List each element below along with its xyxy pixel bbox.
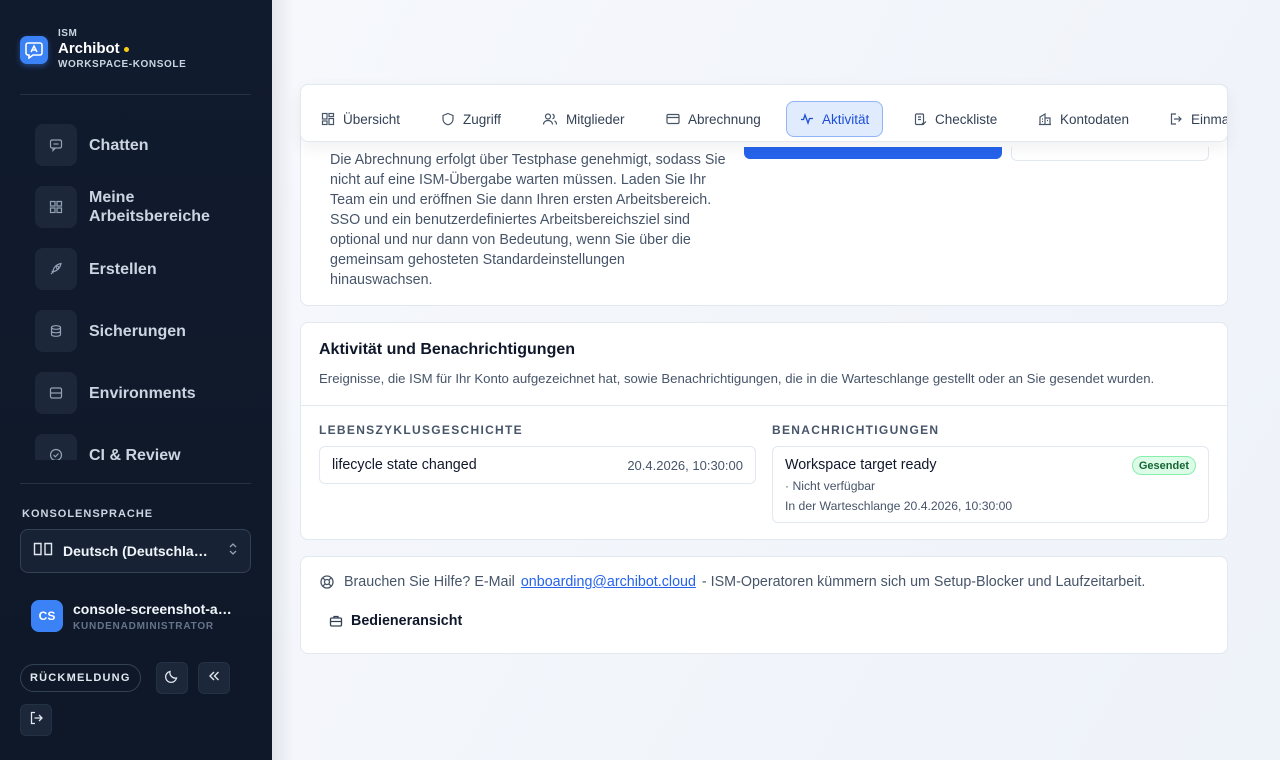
dark-mode-toggle[interactable] [156, 662, 188, 694]
sidebar-item-ci-review[interactable]: CI & Review [35, 434, 229, 460]
dashboard-icon [321, 112, 335, 126]
tab-einmal[interactable]: Einma [1169, 101, 1228, 137]
rocket-icon [35, 248, 77, 290]
list-item: lifecycle state changed 20.4.2026, 10:30… [319, 446, 756, 484]
feedback-button[interactable]: RÜCKMELDUNG [20, 664, 141, 692]
tab-label: Abrechnung [688, 111, 761, 127]
tab-bar: Übersicht Zugriff Mitglieder Abrechnung … [300, 84, 1228, 142]
activity-card: Aktivität und Benachrichtigungen Ereigni… [300, 322, 1228, 540]
brand-subtitle: WORKSPACE-KONSOLE [58, 59, 187, 70]
activity-icon [801, 113, 813, 125]
divider [20, 483, 251, 484]
sidebar-item-sicherungen[interactable]: Sicherungen [35, 310, 229, 352]
primary-action-button[interactable] [744, 147, 1002, 159]
chevron-updown-icon [228, 542, 238, 561]
database-icon [35, 310, 77, 352]
logout-button[interactable] [20, 704, 52, 736]
sidebar-item-label: Meine Arbeitsbereiche [89, 189, 210, 225]
sidebar-item-label: Sicherungen [89, 322, 186, 340]
lifecycle-event: lifecycle state changed [332, 457, 477, 473]
lifecycle-title: LEBENSZYKLUSGESCHICHTE [319, 423, 523, 437]
sign-in-icon [1170, 113, 1182, 125]
help-card: Brauchen Sie Hilfe? E-Mail onboarding@ar… [300, 556, 1228, 654]
divider [20, 94, 251, 95]
sidebar-item-label: Erstellen [89, 260, 157, 278]
notification-channel: · Nicht verfügbar [785, 479, 876, 493]
tab-label: Übersicht [343, 111, 401, 127]
building-icon [1039, 112, 1051, 126]
book-icon [33, 541, 53, 562]
lifecycle-time: 20.4.2026, 10:30:00 [627, 457, 743, 473]
briefcase-icon [329, 615, 343, 627]
tab-label: Kontodaten [1060, 111, 1130, 127]
activity-title: Aktivität und Benachrichtigungen [319, 341, 576, 358]
sidebar-item-label: CI & Review [89, 446, 181, 461]
secondary-action-button[interactable] [1011, 147, 1209, 161]
sidebar-item-arbeitsbereiche[interactable]: Meine Arbeitsbereiche [35, 186, 229, 228]
sidebar-item-label: Environments [89, 384, 196, 402]
credit-card-icon [666, 113, 680, 125]
tab-aktivitaet[interactable]: Aktivität [786, 101, 884, 137]
brand-eyebrow: ISM [58, 28, 78, 39]
grid-icon [35, 186, 77, 228]
tab-uebersicht[interactable]: Übersicht [321, 101, 400, 137]
tab-abrechnung[interactable]: Abrechnung [666, 101, 761, 137]
check-circle-icon [35, 434, 77, 460]
users-icon [542, 113, 558, 125]
logout-icon [28, 710, 44, 731]
sidebar-item-erstellen[interactable]: Erstellen [35, 248, 229, 290]
brand-name: Archibot [58, 40, 120, 57]
tab-label: Zugriff [463, 111, 502, 127]
user-role: KUNDENADMINISTRATOR [73, 620, 214, 632]
tab-label: Einma [1191, 111, 1228, 127]
collapse-sidebar-button[interactable] [198, 662, 230, 694]
divider [301, 405, 1227, 406]
tab-label: Aktivität [822, 111, 870, 127]
tab-mitglieder[interactable]: Mitglieder [542, 101, 625, 137]
notifications-title: BENACHRICHTIGUNGEN [772, 423, 940, 437]
sidebar-nav: Chatten Meine Arbeitsbereiche Erstellen … [0, 114, 272, 460]
tab-zugriff[interactable]: Zugriff [441, 101, 501, 137]
tab-label: Mitglieder [566, 111, 625, 127]
clipboard-icon [914, 113, 927, 126]
sidebar-item-label: Chatten [89, 136, 149, 154]
main-content: Die Abrechnung erfolgt über Testphase ge… [272, 0, 1280, 760]
help-prefix: Brauchen Sie Hilfe? E-Mail [344, 574, 515, 590]
intro-card: Die Abrechnung erfolgt über Testphase ge… [300, 120, 1228, 306]
chat-icon [35, 124, 77, 166]
status-dot-icon [123, 46, 129, 52]
language-title: KONSOLENSPRACHE [22, 508, 154, 520]
avatar: CS [31, 600, 63, 632]
tab-checkliste[interactable]: Checkliste [913, 101, 997, 137]
status-badge: Gesendet [1131, 456, 1196, 475]
language-value: Deutsch (Deutschland) [63, 543, 215, 559]
operator-view-label: Bedieneransicht [351, 613, 463, 629]
support-email-link[interactable]: onboarding@archibot.cloud [521, 574, 696, 590]
archibot-logo-icon [20, 35, 48, 64]
notification-title: Workspace target ready [785, 457, 937, 473]
user-profile[interactable]: CS console-screenshot-admin KUNDENADMINI… [31, 600, 235, 632]
language-select[interactable]: Deutsch (Deutschland) [20, 529, 251, 573]
tab-label: Checkliste [935, 111, 998, 127]
chevrons-left-icon [206, 668, 222, 689]
operator-view-button[interactable]: Bedieneransicht [329, 611, 462, 631]
user-name: console-screenshot-admin [73, 600, 235, 617]
tab-kontodaten[interactable]: Kontodaten [1038, 101, 1129, 137]
sidebar: ISM Archibot WORKSPACE-KONSOLE Chatten M… [0, 0, 272, 760]
notification-queued: In der Warteschlange 20.4.2026, 10:30:00 [785, 499, 1013, 513]
sidebar-item-environments[interactable]: Environments [35, 372, 229, 414]
moon-icon [164, 668, 180, 689]
notification-item: Workspace target ready Gesendet · Nicht … [772, 446, 1209, 523]
activity-description: Ereignisse, die ISM für Ihr Konto aufgez… [319, 371, 1155, 386]
server-icon [35, 372, 77, 414]
brand[interactable]: ISM Archibot WORKSPACE-KONSOLE [20, 28, 186, 71]
intro-text: Die Abrechnung erfolgt über Testphase ge… [330, 152, 726, 288]
sidebar-item-chatten[interactable]: Chatten [35, 124, 229, 166]
shield-icon [442, 112, 454, 126]
help-suffix: - ISM-Operatoren kümmern sich um Setup-B… [701, 574, 1146, 590]
lifebuoy-icon [320, 575, 334, 589]
